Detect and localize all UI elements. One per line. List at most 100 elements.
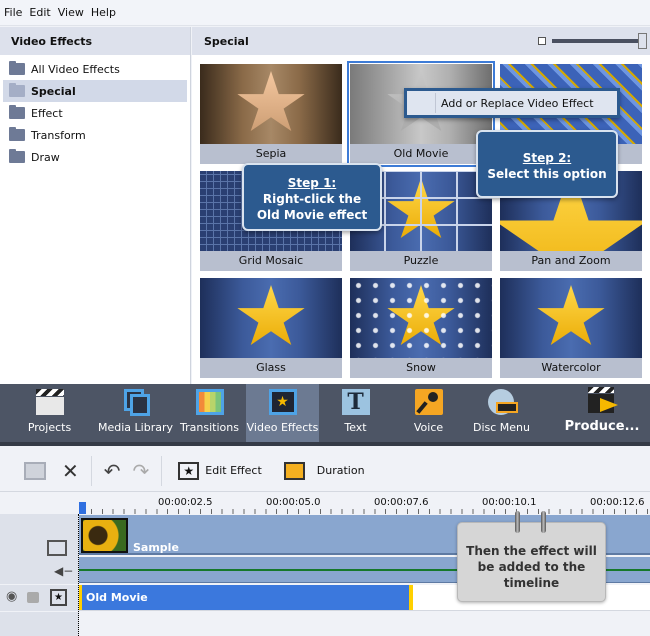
menu-view[interactable]: View xyxy=(58,6,84,19)
gallery-title: Special xyxy=(204,34,249,48)
tab-media-library[interactable]: Media Library xyxy=(98,384,173,442)
video-track-header: ◀− xyxy=(0,514,79,584)
duration-label: Duration xyxy=(316,464,365,477)
effect-label: Glass xyxy=(200,358,342,378)
category-effect[interactable]: Effect xyxy=(3,102,187,124)
effect-clip-old-movie[interactable]: Old Movie xyxy=(79,585,409,610)
redo-button[interactable]: ↷ xyxy=(133,456,150,486)
callout-title: Step 1: xyxy=(287,176,337,190)
effects-category-panel: Video Effects All Video Effects Special … xyxy=(0,27,191,384)
folder-icon xyxy=(9,149,25,163)
binder-ring-icon xyxy=(541,511,546,533)
thumbnail-size-icon xyxy=(538,37,546,45)
category-label: Draw xyxy=(31,150,60,164)
category-label: Effect xyxy=(31,106,63,120)
effect-track-header: ◉ ★ xyxy=(0,585,79,611)
folder-icon xyxy=(9,105,25,119)
clapperboard-icon xyxy=(35,389,64,415)
callout-step-2: Step 2: Select this option xyxy=(476,130,618,198)
duration-icon xyxy=(283,461,305,480)
effect-tile-watercolor[interactable]: Watercolor xyxy=(500,278,642,378)
tab-label: Video Effects xyxy=(246,421,319,434)
category-special[interactable]: Special xyxy=(3,80,187,102)
video-clip-label: Sample xyxy=(133,541,179,554)
timeline-start-line xyxy=(78,514,79,636)
effect-label: Puzzle xyxy=(350,251,492,271)
tab-label: Text xyxy=(344,421,367,434)
category-transform[interactable]: Transform xyxy=(3,124,187,146)
menu-edit[interactable]: Edit xyxy=(29,6,50,19)
tab-label: Disc Menu xyxy=(472,421,530,434)
produce-clapper-icon xyxy=(588,387,619,413)
tab-label: Produce... xyxy=(564,419,640,434)
category-draw[interactable]: Draw xyxy=(3,146,187,168)
star-film-icon: ★ xyxy=(50,589,67,606)
tab-projects[interactable]: Projects xyxy=(13,384,86,442)
effect-tile-sepia[interactable]: Sepia xyxy=(200,64,342,164)
folder-icon xyxy=(9,61,25,75)
timeline-toolbar: ✕ ↶ ↷ ★ Edit Effect Duration xyxy=(0,450,650,492)
menu-help[interactable]: Help xyxy=(91,6,116,19)
effect-clip-end-handle[interactable] xyxy=(409,585,413,610)
folder-icon xyxy=(9,83,25,97)
split-clip-button[interactable] xyxy=(24,461,46,480)
toolbar-divider xyxy=(161,455,163,486)
tab-voice[interactable]: Voice xyxy=(392,384,465,442)
microphone-icon xyxy=(414,389,443,415)
tab-video-effects[interactable]: ★ Video Effects xyxy=(246,384,319,442)
tab-text[interactable]: T Text xyxy=(319,384,392,442)
effect-clip-label: Old Movie xyxy=(86,591,148,604)
effect-thumbnail xyxy=(350,278,492,358)
edit-effect-button[interactable]: ★ Edit Effect xyxy=(178,456,262,486)
star-icon xyxy=(537,285,605,346)
text-t-icon: T xyxy=(341,389,370,415)
callout-text: Right-click the Old Movie effect xyxy=(256,192,368,222)
ruler-label: 00:00:10.1 xyxy=(482,497,537,508)
film-frames-icon xyxy=(122,389,150,416)
star-film-icon: ★ xyxy=(268,389,297,415)
effect-thumbnail xyxy=(200,64,342,144)
effect-tile-snow[interactable]: Snow xyxy=(350,278,492,378)
menu-item-add-or-replace-video-effect[interactable]: Add or Replace Video Effect xyxy=(407,91,617,115)
tab-label: Voice xyxy=(413,421,444,434)
callout-title: Step 2: xyxy=(522,151,572,165)
effect-label: Snow xyxy=(350,358,492,378)
effect-label: Grid Mosaic xyxy=(200,251,342,271)
effect-tile-glass[interactable]: Glass xyxy=(200,278,342,378)
tab-transitions[interactable]: Transitions xyxy=(173,384,246,442)
effect-thumbnail xyxy=(200,278,342,358)
thumbnail-size-slider[interactable] xyxy=(552,39,640,43)
tab-produce[interactable]: Produce... xyxy=(554,384,650,442)
effect-label: Old Movie xyxy=(350,144,492,164)
slider-thumb[interactable] xyxy=(638,33,647,49)
transitions-icon xyxy=(195,389,224,415)
callout-text: Select this option xyxy=(487,167,607,181)
category-label: All Video Effects xyxy=(31,62,120,76)
playhead[interactable] xyxy=(79,502,86,514)
binder-ring-icon xyxy=(515,511,520,533)
menu-file[interactable]: File xyxy=(4,6,22,19)
eye-icon[interactable]: ◉ xyxy=(6,589,17,604)
effect-thumbnail xyxy=(500,278,642,358)
menu-bar: File Edit View Help xyxy=(0,0,650,26)
tab-disc-menu[interactable]: Disc Menu xyxy=(465,384,538,442)
clip-thumbnail xyxy=(81,518,128,553)
tab-label: Transitions xyxy=(180,421,239,434)
main-tab-bar: Projects Media Library Transitions ★ Vid… xyxy=(0,384,650,446)
tab-label: Projects xyxy=(27,421,72,434)
ruler-label: 00:00:12.6 xyxy=(590,497,645,508)
speaker-muted-icon[interactable]: ◀− xyxy=(54,564,73,578)
toolbar-divider xyxy=(90,455,92,486)
callout-step-1: Step 1: Right-click the Old Movie effect xyxy=(242,163,382,231)
delete-button[interactable]: ✕ xyxy=(62,456,79,486)
lock-icon[interactable] xyxy=(27,592,39,603)
category-all-video-effects[interactable]: All Video Effects xyxy=(3,58,187,80)
timeline-ruler[interactable]: 00:00:02.5 00:00:05.0 00:00:07.6 00:00:1… xyxy=(0,492,650,514)
note-text: Then the effect will be added to the tim… xyxy=(466,544,597,590)
duration-button[interactable]: Duration xyxy=(283,456,365,486)
disc-icon xyxy=(487,389,518,415)
star-film-icon: ★ xyxy=(178,461,200,480)
undo-button[interactable]: ↶ xyxy=(104,456,121,486)
track-header xyxy=(0,612,79,636)
folder-icon xyxy=(9,127,25,141)
